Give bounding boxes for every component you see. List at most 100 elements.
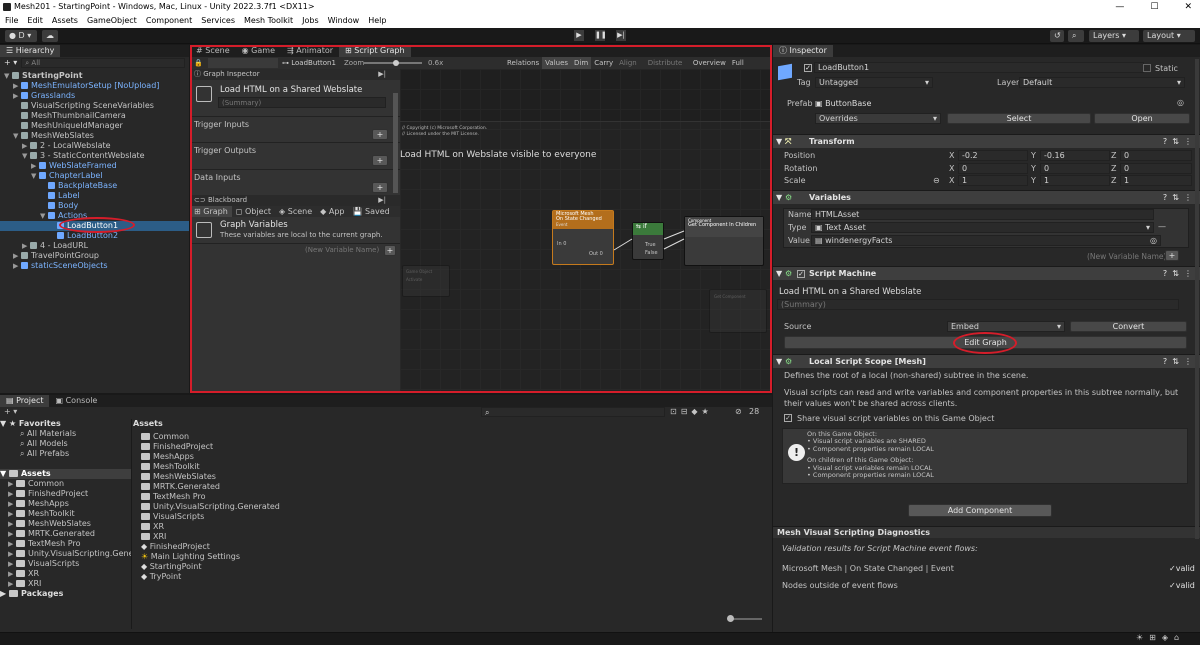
graph-summary-field[interactable]: (Summary) bbox=[218, 97, 386, 108]
hierarchy-row[interactable]: ▼ ChapterLabel bbox=[0, 171, 189, 181]
data-inputs-add-button[interactable]: + bbox=[372, 182, 388, 193]
status-icons[interactable]: ☀⊞◈⌂ bbox=[1136, 633, 1185, 642]
menu-gameobject[interactable]: GameObject bbox=[87, 14, 137, 28]
asset-item[interactable]: ◆ TryPoint bbox=[141, 572, 769, 582]
menu-window[interactable]: Window bbox=[328, 14, 360, 28]
side-panel-scrollbar[interactable] bbox=[393, 93, 398, 193]
assets-tree-item[interactable]: ▶ MeshWebSlates bbox=[0, 519, 131, 529]
hierarchy-foldout-icon[interactable]: ▶ bbox=[13, 251, 21, 261]
object-name-field[interactable]: LoadButton1 bbox=[814, 62, 1144, 73]
graph-breadcrumb[interactable]: ⊶ LoadButton1 bbox=[282, 57, 336, 69]
favorite-item[interactable]: ⌕ All Models bbox=[0, 439, 131, 449]
assets-tree-item[interactable]: ▶ MRTK.Generated bbox=[0, 529, 131, 539]
menu-mesh-toolkit[interactable]: Mesh Toolkit bbox=[244, 14, 293, 28]
project-search-input[interactable]: ⌕ bbox=[481, 407, 665, 417]
hierarchy-row[interactable]: ▶ 4 - LoadURL bbox=[0, 241, 189, 251]
console-tab[interactable]: ▣ Console bbox=[49, 395, 103, 407]
hidden-packages-icon[interactable]: ⊘ bbox=[735, 407, 742, 416]
assets-tree-item[interactable]: ▶ MeshApps bbox=[0, 499, 131, 509]
graph-canvas[interactable]: // Copyright (c) Microsoft Corporation. … bbox=[400, 69, 770, 391]
zoom-slider-thumb[interactable] bbox=[393, 60, 399, 66]
menu-help[interactable]: Help bbox=[368, 14, 386, 28]
tab-animator[interactable]: ⇶ Animator bbox=[281, 45, 339, 57]
lock-icon[interactable]: 🔒 bbox=[194, 57, 203, 69]
hierarchy-row[interactable]: ▶ WebSlateFramed bbox=[0, 161, 189, 171]
script-machine-summary-field[interactable]: (Summary) bbox=[777, 298, 1179, 310]
assets-root-row[interactable]: ▼ Assets bbox=[0, 469, 131, 479]
hierarchy-foldout-icon[interactable]: ▼ bbox=[40, 211, 48, 221]
convert-button[interactable]: Convert bbox=[1070, 320, 1187, 332]
transform-y-field[interactable]: -0.16 bbox=[1040, 150, 1110, 161]
hierarchy-row[interactable]: ▼ 3 - StaticContentWebslate bbox=[0, 151, 189, 161]
assets-tree-item[interactable]: ▶ TextMesh Pro bbox=[0, 539, 131, 549]
asset-item[interactable]: MeshWebSlates bbox=[141, 472, 769, 482]
trigger-inputs-add-button[interactable]: + bbox=[372, 129, 388, 140]
assets-tree-item[interactable]: ▶ VisualScripts bbox=[0, 559, 131, 569]
tag-dropdown[interactable]: Untagged ▾ bbox=[815, 77, 933, 88]
script-machine-graph-title[interactable]: Load HTML on a Shared Webslate bbox=[779, 287, 921, 297]
tree-foldout-icon[interactable]: ▶ bbox=[8, 529, 16, 539]
hierarchy-row[interactable]: BackplateBase bbox=[0, 181, 189, 191]
tree-foldout-icon[interactable]: ▶ bbox=[8, 579, 16, 589]
hierarchy-row[interactable]: ▼ StartingPoint bbox=[0, 71, 189, 81]
asset-item[interactable]: XRI bbox=[141, 532, 769, 542]
variable-type-dropdown[interactable]: ▣ Text Asset ▾ bbox=[811, 221, 1154, 233]
variable-name-field[interactable]: HTMLAsset bbox=[811, 208, 1154, 220]
hierarchy-row[interactable]: Body bbox=[0, 201, 189, 211]
transform-foldout-icon[interactable]: ▼ bbox=[776, 135, 782, 149]
tree-foldout-icon[interactable]: ▶ bbox=[8, 489, 16, 499]
script-machine-enabled-checkbox[interactable]: ✓ bbox=[797, 269, 805, 278]
hierarchy-row[interactable]: ▶ MeshEmulatorSetup [NoUpload] bbox=[0, 81, 189, 91]
transform-x-field[interactable]: -0.2 bbox=[958, 150, 1028, 161]
project-divider[interactable] bbox=[131, 419, 132, 629]
packages-row[interactable]: ▶ Packages bbox=[0, 589, 131, 599]
select-button[interactable]: Select bbox=[947, 113, 1091, 124]
transform-x-field[interactable]: 0 bbox=[958, 162, 1028, 174]
transform-z-field[interactable]: 0 bbox=[1120, 162, 1192, 174]
menu-jobs[interactable]: Jobs bbox=[302, 14, 319, 28]
new-variable-input[interactable]: (New Variable Name) bbox=[1087, 252, 1166, 261]
asset-item[interactable]: MeshApps bbox=[141, 452, 769, 462]
close-icon[interactable]: ✕ bbox=[1184, 0, 1192, 14]
inspector-scrollbar[interactable] bbox=[1195, 59, 1199, 539]
variables-foldout-icon[interactable]: ▼ bbox=[776, 191, 782, 205]
blackboard-pin-icon[interactable]: ▶| bbox=[378, 195, 386, 206]
blackboard-tab-saved[interactable]: 💾 Saved bbox=[348, 206, 393, 217]
layers-dropdown[interactable]: Layers ▾ bbox=[1089, 30, 1139, 42]
script-machine-foldout-icon[interactable]: ▼ bbox=[776, 267, 782, 281]
add-component-button[interactable]: Add Component bbox=[908, 503, 1052, 517]
project-breadcrumb[interactable]: Assets bbox=[133, 419, 769, 429]
asset-item[interactable]: MRTK.Generated bbox=[141, 482, 769, 492]
transform-z-field[interactable]: 1 bbox=[1120, 175, 1192, 186]
tab-scene[interactable]: # Scene bbox=[190, 45, 236, 57]
hierarchy-foldout-icon[interactable]: ▼ bbox=[22, 151, 30, 161]
hierarchy-row[interactable]: ▶ 2 - LocalWebslate bbox=[0, 141, 189, 151]
play-button[interactable]: ▶ bbox=[574, 30, 584, 41]
hierarchy-row[interactable]: ▶ TravelPointGroup bbox=[0, 251, 189, 261]
transform-header[interactable]: ▼ ⤧ Transform ? ⇅ ⋮ bbox=[773, 134, 1200, 148]
hierarchy-row[interactable]: MeshUniqueIdManager bbox=[0, 121, 189, 131]
static-checkbox[interactable] bbox=[1143, 64, 1151, 72]
tree-foldout-icon[interactable]: ▶ bbox=[8, 509, 16, 519]
asset-item[interactable]: XR bbox=[141, 522, 769, 532]
local-scope-foldout-icon[interactable]: ▼ bbox=[776, 355, 782, 369]
tab-game[interactable]: ◉ Game bbox=[236, 45, 281, 57]
tree-foldout-icon[interactable]: ▶ bbox=[8, 519, 16, 529]
inspector-tab[interactable]: ⓘ Inspector bbox=[773, 45, 833, 57]
account-dropdown[interactable]: ● D ▾ bbox=[5, 30, 37, 42]
transform-x-field[interactable]: 1 bbox=[958, 175, 1028, 186]
assets-tree-item[interactable]: ▶ FinishedProject bbox=[0, 489, 131, 499]
hierarchy-row[interactable]: ▶ Grasslands bbox=[0, 91, 189, 101]
hierarchy-foldout-icon[interactable]: ▶ bbox=[13, 81, 21, 91]
pin-icon[interactable]: ▶| bbox=[378, 69, 386, 80]
tree-foldout-icon[interactable]: ▶ bbox=[8, 569, 16, 579]
blackboard-tab-object[interactable]: ◻ Object bbox=[232, 206, 275, 217]
tree-foldout-icon[interactable]: ▶ bbox=[8, 549, 16, 559]
blackboard-add-variable-button[interactable]: + bbox=[384, 245, 396, 256]
variable-remove-icon[interactable]: — bbox=[1158, 222, 1166, 231]
share-variables-checkbox[interactable]: ✓ bbox=[784, 413, 792, 422]
project-tab[interactable]: ▤ Project bbox=[0, 395, 50, 407]
favorite-item[interactable]: ⌕ All Prefabs bbox=[0, 449, 131, 459]
hierarchy-foldout-icon[interactable]: ▼ bbox=[13, 131, 21, 141]
graph-breadcrumb-root[interactable] bbox=[208, 58, 278, 68]
